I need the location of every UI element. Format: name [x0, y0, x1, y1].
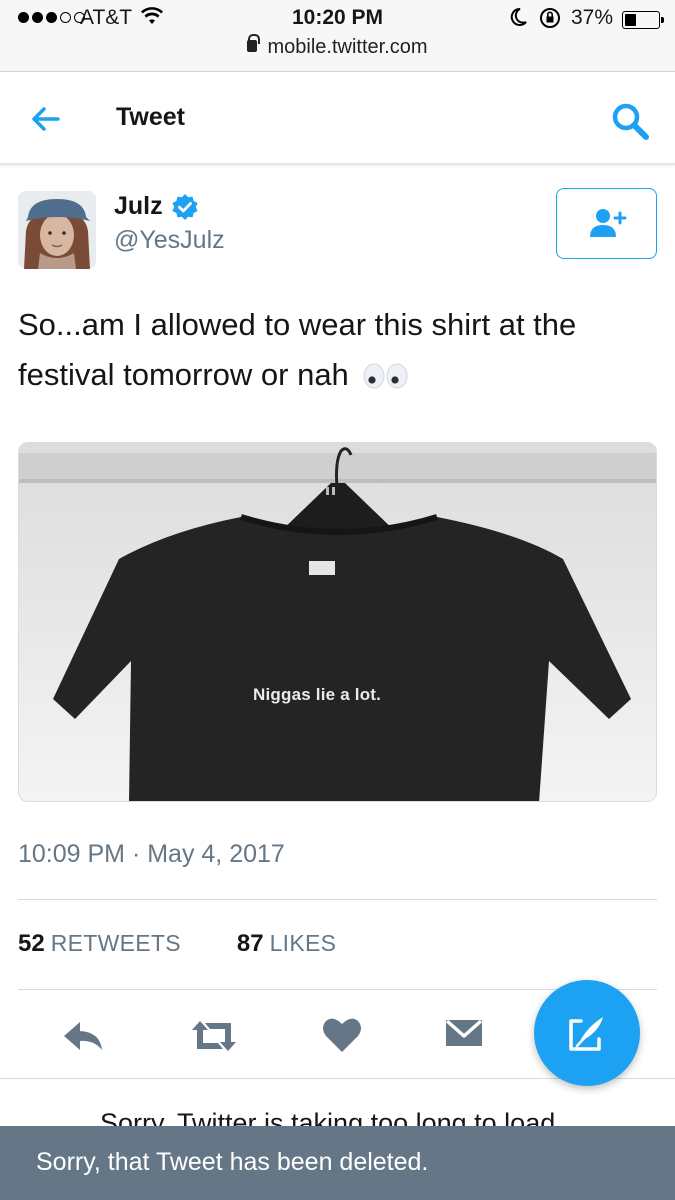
reply-icon [64, 1022, 102, 1050]
rotation-lock-icon [538, 6, 562, 36]
retweet-button[interactable] [190, 1016, 236, 1056]
retweet-icon [192, 1021, 236, 1051]
status-bar: AT&T 10:20 PM 37% mobile.twitter.com [0, 0, 675, 72]
likes-count: 87 [236, 930, 264, 957]
like-button[interactable] [322, 1016, 366, 1056]
do-not-disturb-icon [510, 7, 528, 33]
add-user-icon [590, 209, 627, 237]
app-header: Tweet [0, 73, 675, 165]
author-display-name: Julz [114, 192, 163, 220]
compose-quill-icon [569, 1017, 603, 1051]
like-icon [323, 1018, 361, 1052]
avatar[interactable] [18, 191, 96, 269]
toast-message: Sorry, that Tweet has been deleted. [36, 1148, 429, 1176]
verified-badge-icon [172, 193, 198, 220]
direct-message-icon [445, 1019, 483, 1046]
reply-button[interactable] [62, 1016, 106, 1056]
compose-tweet-button[interactable] [534, 980, 640, 1086]
lock-icon [247, 34, 261, 52]
divider [18, 899, 657, 900]
retweets-label: RETWEETS [50, 930, 181, 956]
direct-message-button[interactable] [444, 1016, 488, 1056]
author-handle: @YesJulz [114, 226, 225, 254]
error-toast: Sorry, that Tweet has been deleted. [0, 1126, 675, 1200]
search-icon [612, 103, 649, 140]
battery-percent: 37% [571, 6, 614, 29]
author-name[interactable]: Julz [114, 192, 199, 221]
tweet-timestamp[interactable]: 10:09 PM · May 4, 2017 [18, 840, 285, 869]
follow-button[interactable] [556, 188, 657, 259]
back-button[interactable] [28, 101, 64, 137]
battery-icon [622, 11, 664, 29]
url-text: mobile.twitter.com [267, 36, 428, 58]
arrow-left-icon [32, 107, 60, 131]
tweet-stats: 52 RETWEETS 87 LIKES [18, 930, 336, 958]
tweet-media-photo[interactable]: Niggas lie a lot. [18, 442, 657, 802]
retweets-count: 52 [18, 930, 45, 957]
likes-label: LIKES [269, 930, 337, 956]
shirt-print-text: Niggas lie a lot. [253, 685, 382, 704]
eyes-emoji [363, 363, 408, 389]
search-button[interactable] [608, 99, 652, 143]
tweet-text: So...am I allowed to wear this shirt at … [18, 300, 658, 400]
retweets-stat[interactable]: 52 RETWEETS [18, 930, 181, 958]
page-title: Tweet [116, 103, 185, 131]
url-bar[interactable]: mobile.twitter.com [0, 34, 675, 59]
tweet-text-content: So...am I allowed to wear this shirt at … [18, 307, 577, 392]
likes-stat[interactable]: 87 LIKES [237, 930, 336, 958]
